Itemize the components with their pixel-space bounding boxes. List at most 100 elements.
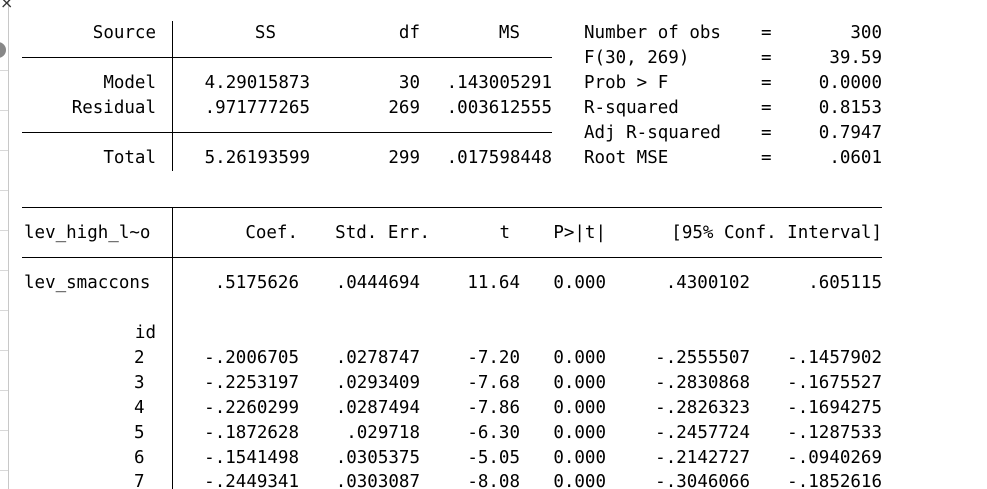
- left-panel-edge: ×: [0, 0, 13, 489]
- anova-row-label: Residual: [71, 98, 156, 118]
- coef-top-rule: [22, 207, 882, 208]
- anova-df-value: 299: [388, 148, 420, 168]
- stat-equals: =: [761, 48, 772, 68]
- coef-value: -.2449341: [204, 472, 299, 489]
- stat-label: Prob > F: [584, 73, 669, 93]
- coef-t-value: -8.08: [467, 472, 520, 489]
- anova-total-rule: [22, 132, 552, 133]
- coef-ci-low: -.3046066: [655, 472, 750, 489]
- coef-p-value: 0.000: [553, 273, 606, 293]
- coef-header-t: t: [499, 223, 510, 243]
- coef-header-rule: [22, 257, 882, 258]
- stat-label: F(30, 269): [584, 48, 690, 68]
- coef-se-value: .0287494: [335, 398, 420, 418]
- coef-value: -.1541498: [204, 448, 299, 468]
- stat-label: Adj R-squared: [584, 123, 721, 143]
- coef-p-value: 0.000: [553, 448, 606, 468]
- anova-row-label: Model: [103, 73, 156, 93]
- stat-label: Root MSE: [584, 148, 669, 168]
- stat-value: .0601: [829, 148, 882, 168]
- stat-label: R-squared: [584, 98, 679, 118]
- gutter-tick: [0, 310, 8, 311]
- coef-header-p: P>|t|: [553, 223, 606, 243]
- coef-ci-high: -.1457902: [787, 348, 882, 368]
- coef-value: -.2006705: [204, 348, 299, 368]
- coef-header-se: Std. Err.: [335, 223, 430, 243]
- coef-column-divider: [172, 208, 173, 489]
- coef-ci-low: -.2142727: [655, 448, 750, 468]
- gutter-tick: [0, 390, 8, 391]
- gutter-tick: [0, 190, 8, 191]
- coef-row-name: 6: [134, 448, 145, 468]
- gutter-tick: [0, 270, 8, 271]
- coef-ci-low: -.2826323: [655, 398, 750, 418]
- anova-df-value: 269: [388, 98, 420, 118]
- gutter-tick: [0, 350, 8, 351]
- anova-ms-value: .003612555: [446, 98, 552, 118]
- coef-row-name: 7: [134, 472, 145, 489]
- close-icon[interactable]: ×: [0, 0, 13, 13]
- coef-ci-high: .605115: [808, 273, 882, 293]
- coef-row-name: 3: [134, 373, 145, 393]
- stat-equals: =: [761, 73, 772, 93]
- stat-equals: =: [761, 148, 772, 168]
- stat-value: 0.0000: [818, 73, 882, 93]
- coef-t-value: -7.86: [467, 398, 520, 418]
- anova-header-ss: SS: [254, 23, 276, 43]
- coef-t-value: -7.20: [467, 348, 520, 368]
- anova-row-label: Total: [103, 148, 156, 168]
- coef-value: -.1872628: [204, 423, 299, 443]
- anova-ss-value: 5.26193599: [204, 148, 310, 168]
- coef-row-name: 4: [134, 398, 145, 418]
- anova-header-ms: MS: [498, 23, 520, 43]
- coef-value: .5175626: [214, 273, 299, 293]
- coef-ci-high: -.1694275: [787, 398, 882, 418]
- coef-row-name: 5: [134, 423, 145, 443]
- coef-ci-high: -.1852616: [787, 472, 882, 489]
- coef-p-value: 0.000: [553, 373, 606, 393]
- anova-ms-value: .143005291: [446, 73, 552, 93]
- stat-value: 0.7947: [818, 123, 882, 143]
- stat-value: 0.8153: [818, 98, 882, 118]
- gutter-tick: [0, 430, 8, 431]
- stat-equals: =: [761, 98, 772, 118]
- resize-handle-icon[interactable]: [0, 42, 6, 58]
- dependent-variable-label: lev_high_l~o: [24, 223, 151, 243]
- anova-ms-value: .017598448: [446, 148, 552, 168]
- coef-se-value: .0303087: [335, 472, 420, 489]
- coef-ci-high: -.1675527: [787, 373, 882, 393]
- anova-header-df: df: [398, 23, 420, 43]
- coef-ci-high: -.0940269: [787, 448, 882, 468]
- gutter-tick: [0, 150, 8, 151]
- coef-se-value: .0444694: [335, 273, 420, 293]
- coef-value: -.2253197: [204, 373, 299, 393]
- coef-t-value: -6.30: [467, 423, 520, 443]
- coef-se-value: .0305375: [335, 448, 420, 468]
- anova-header-source: Source: [92, 23, 156, 43]
- stat-value: 300: [850, 23, 882, 43]
- coef-t-value: -5.05: [467, 448, 520, 468]
- coef-value: -.2260299: [204, 398, 299, 418]
- coef-se-value: .0293409: [335, 373, 420, 393]
- stat-value: 39.59: [829, 48, 882, 68]
- coef-ci-low: -.2457724: [655, 423, 750, 443]
- coef-t-value: 11.64: [467, 273, 520, 293]
- coef-p-value: 0.000: [553, 423, 606, 443]
- gutter-tick: [0, 70, 8, 71]
- coef-p-value: 0.000: [553, 348, 606, 368]
- anova-ss-value: .971777265: [204, 98, 310, 118]
- stat-equals: =: [761, 23, 772, 43]
- anova-df-value: 30: [398, 73, 420, 93]
- stat-equals: =: [761, 123, 772, 143]
- coef-ci-low: .4300102: [665, 273, 750, 293]
- coef-ci-low: -.2830868: [655, 373, 750, 393]
- coef-p-value: 0.000: [553, 398, 606, 418]
- anova-ss-value: 4.29015873: [204, 73, 310, 93]
- coef-ci-high: -.1287533: [787, 423, 882, 443]
- coef-se-value: .0278747: [335, 348, 420, 368]
- coef-header-ci: [95% Conf. Interval]: [671, 223, 882, 243]
- coef-p-value: 0.000: [553, 472, 606, 489]
- stat-label: Number of obs: [584, 23, 721, 43]
- gutter-tick: [0, 110, 8, 111]
- anova-column-divider: [172, 21, 173, 171]
